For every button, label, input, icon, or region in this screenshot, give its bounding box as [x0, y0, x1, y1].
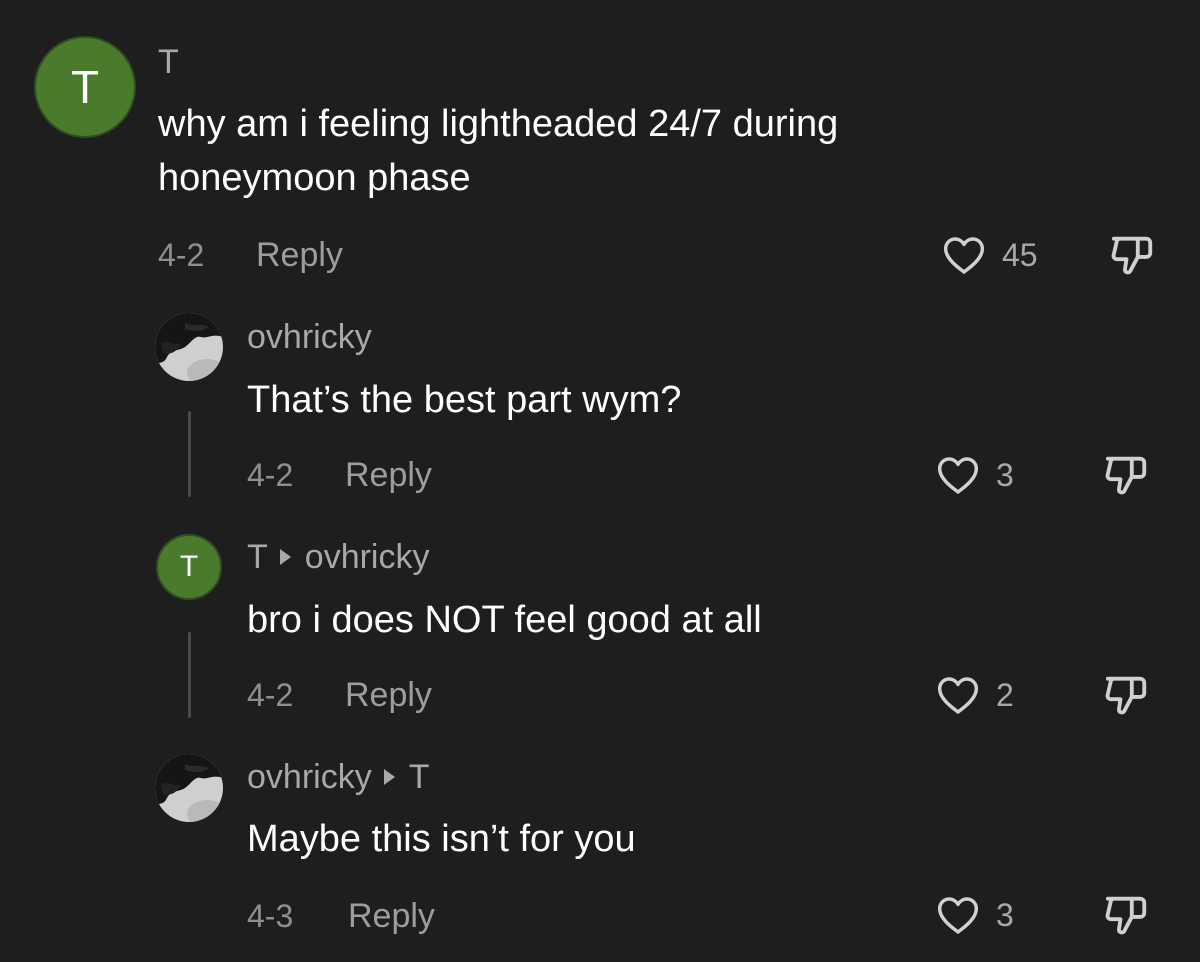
like-button[interactable]: 2: [936, 673, 1026, 717]
reply-button[interactable]: Reply: [345, 675, 432, 715]
comment-date: 4-2: [158, 237, 205, 273]
reply-button[interactable]: Reply: [348, 896, 435, 936]
heart-outline-icon: [937, 457, 979, 494]
like-count: 3: [996, 457, 1014, 493]
avatar[interactable]: [155, 754, 223, 822]
comment-text: why am i feeling lightheaded 24/7 during…: [158, 103, 839, 199]
like-button[interactable]: 45: [942, 233, 1052, 277]
thumbs-down-icon[interactable]: [1108, 232, 1158, 278]
heart-outline-icon: [937, 677, 979, 714]
thumbs-down-icon[interactable]: [1102, 452, 1152, 498]
like-count: 3: [996, 897, 1014, 933]
thumbs-down-icon[interactable]: [1102, 892, 1152, 938]
avatar[interactable]: [155, 313, 223, 381]
heart-outline-icon: [937, 897, 979, 934]
avatar-photo: [155, 313, 223, 381]
avatar[interactable]: T: [156, 534, 222, 600]
comment-date: 4-3: [247, 898, 294, 934]
avatar-photo: [155, 754, 223, 822]
like-button[interactable]: 3: [936, 453, 1026, 497]
comment-author[interactable]: ovhricky: [247, 317, 372, 357]
comment-date: 4-2: [247, 677, 294, 713]
comment-text: That’s the best part wym?: [247, 379, 682, 421]
heart-outline-icon: [943, 237, 985, 274]
thread-line: [188, 632, 191, 718]
thread-line: [188, 411, 191, 497]
avatar-letter: T: [179, 550, 199, 583]
comment-text: Maybe this isn’t for you: [247, 818, 636, 860]
thumbs-down-icon[interactable]: [1102, 672, 1152, 718]
avatar-letter: T: [70, 61, 100, 113]
comment-author[interactable]: ovhricky T: [247, 757, 429, 797]
comment-author[interactable]: T: [158, 42, 179, 82]
reply-to-user[interactable]: ovhricky: [305, 538, 430, 576]
like-count: 2: [996, 677, 1014, 713]
avatar[interactable]: T: [34, 36, 136, 138]
comment-author[interactable]: Tovhricky: [247, 537, 429, 577]
comment-date: 4-2: [247, 457, 294, 493]
like-button[interactable]: 3: [936, 893, 1026, 937]
reply-arrow-icon: [383, 769, 395, 785]
reply-to-user[interactable]: T: [409, 758, 430, 796]
like-count: 45: [1002, 237, 1038, 273]
comment-text: bro i does NOT feel good at all: [247, 599, 762, 641]
reply-button[interactable]: Reply: [345, 455, 432, 495]
reply-button[interactable]: Reply: [256, 235, 343, 275]
reply-arrow-icon: [279, 549, 291, 565]
